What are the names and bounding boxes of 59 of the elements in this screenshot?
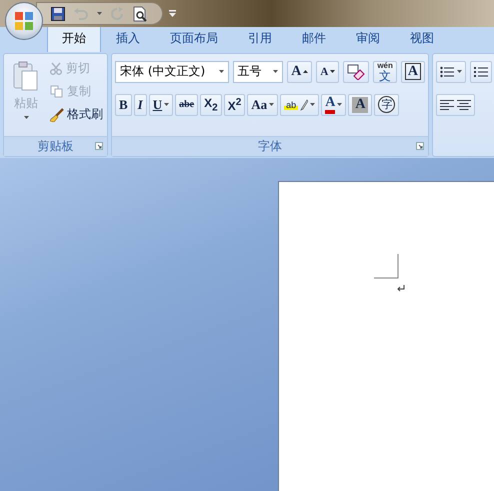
shrink-font-button[interactable]: A: [316, 60, 340, 82]
paintbrush-icon: [50, 108, 64, 122]
dropdown-caret-icon: [24, 116, 28, 119]
bullets-button[interactable]: [436, 60, 466, 82]
dropdown-caret-icon: [269, 103, 274, 106]
dialog-launcher-icon[interactable]: [416, 142, 424, 150]
bold-button[interactable]: B: [115, 94, 132, 116]
margin-corner-mark: [374, 254, 399, 279]
font-size-dropdown[interactable]: 五号: [232, 60, 284, 82]
ribbon-tab[interactable]: 审阅: [341, 25, 395, 52]
office-button[interactable]: [5, 2, 43, 40]
dropdown-caret-icon: [97, 12, 102, 15]
dropdown-caret-icon: [164, 103, 170, 106]
eraser-icon: [347, 64, 366, 80]
font-color-button[interactable]: A: [321, 94, 346, 116]
dialog-launcher-icon[interactable]: [95, 142, 103, 150]
print-preview-icon[interactable]: [132, 6, 148, 22]
dropdown-caret-icon: [457, 70, 462, 73]
dropdown-caret-icon: [330, 70, 336, 73]
paragraph-mark-icon: [397, 285, 405, 292]
align-left-button[interactable]: [436, 94, 475, 116]
character-shading-button[interactable]: A: [348, 94, 372, 116]
font-name-dropdown[interactable]: 宋体 (中文正文): [115, 60, 229, 82]
up-caret-icon: [303, 70, 308, 73]
change-case-button[interactable]: Aa: [247, 94, 278, 116]
strikethrough-button[interactable]: abe: [175, 94, 198, 116]
bullet-list-icon: [440, 66, 454, 78]
dropdown-caret-icon: [273, 70, 278, 73]
copy-icon: [50, 85, 64, 98]
numbered-list-icon: [474, 66, 488, 78]
office-logo-icon: [14, 11, 34, 31]
numbering-button[interactable]: [470, 60, 492, 82]
dropdown-caret-icon: [218, 70, 224, 73]
ribbon-tab[interactable]: 页面布局: [155, 25, 233, 52]
enclose-characters-button[interactable]: 字: [374, 94, 400, 116]
underline-button[interactable]: U: [148, 94, 174, 116]
clipboard-button[interactable]: 格式刷: [49, 104, 104, 125]
ribbon-tab[interactable]: 引用: [233, 25, 287, 52]
customize-toolbar-icon[interactable]: [169, 10, 176, 18]
align-left-icon: [440, 98, 454, 110]
align-center-icon: [457, 98, 471, 110]
ribbon-tab[interactable]: 插入: [101, 25, 155, 52]
grow-font-button[interactable]: A: [287, 60, 312, 82]
ribbon-tab[interactable]: 开始: [47, 25, 101, 52]
marker-pen-icon: [300, 98, 308, 110]
phonetic-guide-button[interactable]: wén 文: [373, 60, 397, 82]
ribbon-tab[interactable]: 邮件: [287, 25, 341, 52]
character-border-button[interactable]: A: [400, 60, 425, 82]
clear-formatting-button[interactable]: [343, 60, 370, 82]
italic-button[interactable]: I: [134, 94, 147, 116]
group-label: 字体: [258, 138, 282, 155]
dropdown-caret-icon: [310, 103, 316, 106]
superscript-button[interactable]: X$^{2}$: [224, 94, 246, 116]
scissors-icon: [50, 62, 63, 75]
subscript-button[interactable]: X$_{2}$: [200, 94, 222, 116]
ribbon-tab[interactable]: 视图: [395, 25, 449, 52]
dropdown-caret-icon: [337, 103, 342, 106]
group-label: 剪贴板: [38, 138, 74, 155]
clipboard-icon: [13, 61, 39, 91]
